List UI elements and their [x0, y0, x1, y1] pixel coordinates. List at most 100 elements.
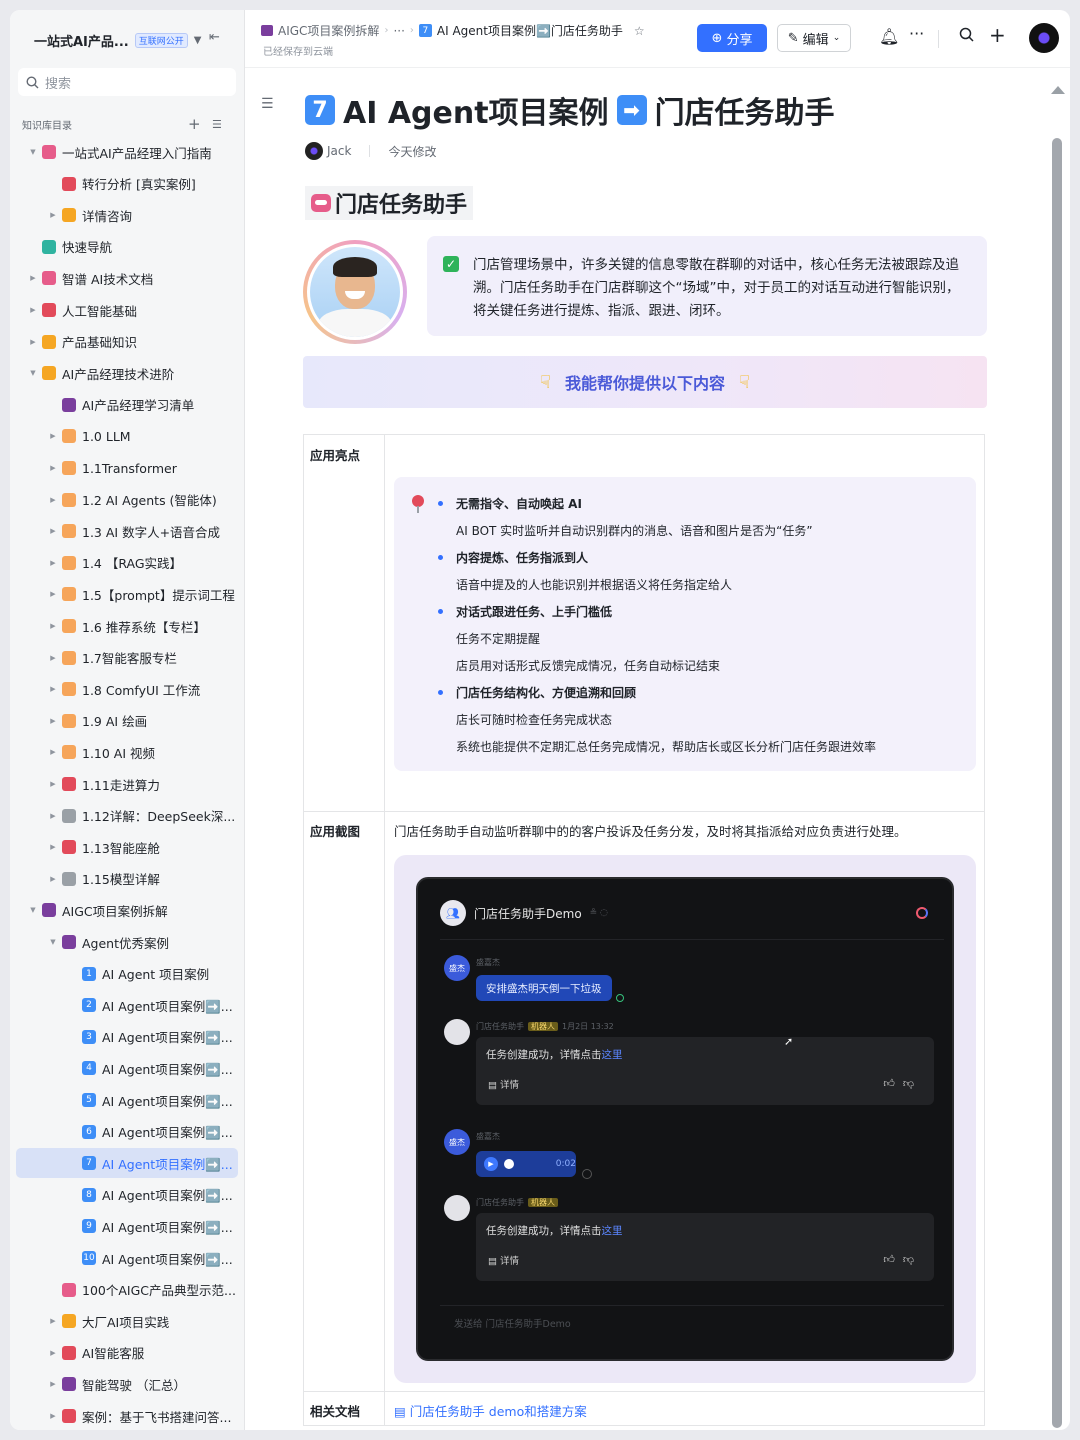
caret-down-icon[interactable]: ▼ — [48, 938, 58, 946]
sidebar-tree-item[interactable]: ▶ 1.4 【RAG实践】 — [16, 548, 238, 578]
scrollbar-thumb[interactable] — [1052, 138, 1062, 1428]
reply-link[interactable]: 这里 — [602, 1049, 623, 1061]
sidebar-tree-item[interactable]: ▼ Agent优秀案例 — [16, 927, 238, 957]
caret-right-icon[interactable]: ▶ — [28, 338, 38, 346]
caret-right-icon[interactable]: ▶ — [48, 559, 58, 567]
sidebar-tree-item[interactable]: ▶ 1.10 AI 视频 — [16, 737, 238, 767]
sidebar-tree-item[interactable]: ▶ 1.6 推荐系统【专栏】 — [16, 611, 238, 641]
caret-right-icon[interactable]: ▶ — [48, 780, 58, 788]
collapse-sidebar-icon[interactable]: ⇤ — [209, 30, 220, 45]
play-icon[interactable]: ▶ — [484, 1157, 498, 1171]
breadcrumb-more[interactable]: ··· — [393, 24, 404, 38]
author-name[interactable]: Jack — [327, 144, 351, 158]
share-button[interactable]: ⊕ 分享 — [697, 24, 767, 52]
caret-right-icon[interactable]: ▶ — [48, 812, 58, 820]
reply-link[interactable]: 这里 — [602, 1225, 623, 1237]
sidebar-tree-item[interactable]: ▶ 1.15模型详解 — [16, 864, 238, 894]
sidebar-tree-item[interactable]: 10 AI Agent项目案例➡️... — [16, 1243, 238, 1273]
sidebar-tree-item[interactable]: 转行分析 [真实案例] — [16, 169, 238, 199]
sidebar-tree-item[interactable]: ▶ 1.12详解：DeepSeek深... — [16, 801, 238, 831]
caret-right-icon[interactable]: ▶ — [48, 654, 58, 662]
sidebar-tree-item[interactable]: ▶ 人工智能基础 — [16, 295, 238, 325]
sidebar-tree-item[interactable]: 3 AI Agent项目案例➡️... — [16, 1022, 238, 1052]
feedback-icons[interactable]: 👍︎👎︎ — [883, 1077, 922, 1090]
sidebar-tree-item[interactable]: ▶ 1.7智能客服专栏 — [16, 643, 238, 673]
sidebar-tree-item[interactable]: ▼ 一站式AI产品经理入门指南 — [16, 137, 238, 167]
sidebar-tree-item[interactable]: 1 AI Agent 项目案例 — [16, 959, 238, 989]
caret-right-icon[interactable]: ▶ — [48, 1317, 58, 1325]
sidebar-tree-item[interactable]: ▶ AI智能客服 — [16, 1338, 238, 1368]
breadcrumb-current[interactable]: AI Agent项目案例➡️门店任务助手 — [437, 22, 623, 39]
caret-right-icon[interactable]: ▶ — [28, 274, 38, 282]
sidebar-tree-item[interactable]: ▼ AI产品经理技术进阶 — [16, 358, 238, 388]
breadcrumb-root[interactable]: AIGC项目案例拆解 — [278, 22, 379, 39]
caret-right-icon[interactable]: ▶ — [48, 875, 58, 883]
voice-message[interactable]: ▶ 0:02 — [476, 1151, 576, 1177]
search-icon[interactable] — [959, 27, 974, 46]
sidebar-tree-item[interactable]: 8 AI Agent项目案例➡️... — [16, 1180, 238, 1210]
caret-down-icon[interactable]: ▼ — [28, 906, 38, 914]
related-doc-link[interactable]: ▤ 门店任务助手 demo和搭建方案 — [394, 1401, 587, 1420]
caret-right-icon[interactable]: ▶ — [48, 843, 58, 851]
sidebar-tree-item[interactable]: 6 AI Agent项目案例➡️... — [16, 1117, 238, 1147]
sidebar-tree-item[interactable]: ▶ 1.8 ComfyUI 工作流 — [16, 674, 238, 704]
caret-right-icon[interactable]: ▶ — [48, 496, 58, 504]
caret-down-icon[interactable]: ▼ — [28, 369, 38, 377]
detail-button[interactable]: ▤ 详情 — [488, 1253, 519, 1267]
add-page-icon[interactable]: + — [188, 115, 201, 133]
caret-right-icon[interactable]: ▶ — [48, 622, 58, 630]
sidebar-tree-item[interactable]: ▶ 1.9 AI 绘画 — [16, 706, 238, 736]
caret-right-icon[interactable]: ▶ — [48, 432, 58, 440]
sidebar-tree-item[interactable]: ▶ 智谱 AI技术文档 — [16, 263, 238, 293]
caret-right-icon[interactable]: ▶ — [48, 464, 58, 472]
bell-icon[interactable]: 🔔︎ — [879, 27, 899, 46]
toc-icon[interactable]: ☰ — [261, 96, 274, 112]
sidebar-tree-item[interactable]: 100个AIGC产品典型示范... — [16, 1275, 238, 1305]
caret-right-icon[interactable]: ▶ — [48, 1349, 58, 1357]
sidebar-tree-item[interactable]: ▶ 案例：基于飞书搭建问答... — [16, 1401, 238, 1430]
feedback-icons[interactable]: 👍︎👎︎ — [883, 1253, 922, 1266]
sidebar-tree-item[interactable]: 4 AI Agent项目案例➡️... — [16, 1053, 238, 1083]
sidebar-tree-item[interactable]: 5 AI Agent项目案例➡️... — [16, 1085, 238, 1115]
sidebar-tree-item[interactable]: ▶ 1.1Transformer — [16, 453, 238, 483]
edit-mode-button[interactable]: ✎ 编辑 ⌄ — [777, 24, 851, 52]
sidebar-tree-item[interactable]: 2 AI Agent项目案例➡️... — [16, 990, 238, 1020]
detail-button[interactable]: ▤ 详情 — [488, 1077, 519, 1091]
search-input[interactable]: 搜索 — [18, 68, 236, 96]
sidebar-tree-item[interactable]: ▼ AIGC项目案例拆解 — [16, 895, 238, 925]
outline-icon[interactable]: ☰ — [212, 118, 222, 131]
caret-right-icon[interactable]: ▶ — [48, 717, 58, 725]
caret-right-icon[interactable]: ▶ — [48, 590, 58, 598]
message-input[interactable]: 发送给 门店任务助手Demo — [440, 1305, 944, 1333]
sidebar-tree-item[interactable]: ▶ 1.5【prompt】提示词工程 — [16, 579, 238, 609]
caret-down-icon[interactable]: ▼ — [194, 35, 202, 46]
caret-down-icon[interactable]: ▼ — [28, 148, 38, 156]
more-icon[interactable]: ··· — [909, 24, 924, 43]
caret-right-icon[interactable]: ▶ — [48, 1380, 58, 1388]
author-avatar[interactable] — [305, 142, 323, 160]
sidebar-tree-item[interactable]: ▶ 智能驾驶 （汇总） — [16, 1369, 238, 1399]
sidebar-tree-item[interactable]: AI产品经理学习清单 — [16, 390, 238, 420]
caret-right-icon[interactable]: ▶ — [28, 306, 38, 314]
caret-right-icon[interactable]: ▶ — [48, 527, 58, 535]
sidebar-tree-item[interactable]: 快速导航 — [16, 232, 238, 262]
sidebar-tree-item[interactable]: ▶ 1.2 AI Agents (智能体) — [16, 485, 238, 515]
space-switcher[interactable]: 一站式AI产品... 互联网公开 ▼ — [34, 30, 201, 50]
sidebar-tree-item[interactable]: ▶ 详情咨询 — [16, 200, 238, 230]
sidebar-tree-item[interactable]: 7 AI Agent项目案例➡️... — [16, 1148, 238, 1179]
sidebar-tree-item[interactable]: ▶ 产品基础知识 — [16, 327, 238, 357]
sidebar-tree-item[interactable]: ▶ 1.11走进算力 — [16, 769, 238, 799]
sidebar-tree-item[interactable]: ▶ 1.0 LLM — [16, 421, 238, 451]
sidebar-tree-item[interactable]: ▶ 大厂AI项目实践 — [16, 1306, 238, 1336]
caret-right-icon[interactable]: ▶ — [48, 685, 58, 693]
caret-right-icon[interactable]: ▶ — [48, 211, 58, 219]
add-icon[interactable]: + — [989, 23, 1006, 47]
sidebar-tree-item[interactable]: 9 AI Agent项目案例➡️... — [16, 1211, 238, 1241]
scroll-up-arrow[interactable] — [1051, 86, 1065, 94]
caret-right-icon[interactable]: ▶ — [48, 748, 58, 756]
sidebar-tree-item[interactable]: ▶ 1.13智能座舱 — [16, 832, 238, 862]
star-icon[interactable]: ☆ — [634, 24, 645, 38]
sidebar-tree-item[interactable]: ▶ 1.3 AI 数字人+语音合成 — [16, 516, 238, 546]
user-avatar[interactable] — [1029, 23, 1059, 53]
caret-right-icon[interactable]: ▶ — [48, 1412, 58, 1420]
